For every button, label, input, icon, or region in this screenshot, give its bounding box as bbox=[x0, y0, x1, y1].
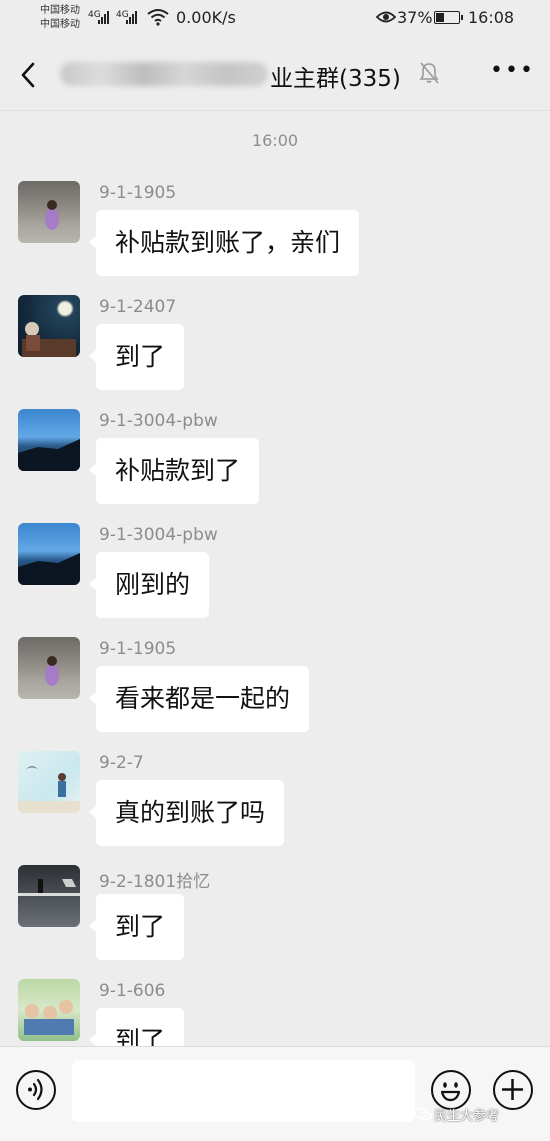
voice-button[interactable] bbox=[16, 1070, 56, 1110]
carrier-labels: 中国移动 中国移动 bbox=[40, 4, 80, 32]
avatar[interactable] bbox=[18, 181, 80, 243]
chat-time-label: 16:00 bbox=[251, 131, 299, 150]
chat-title[interactable]: 业主群(335) bbox=[270, 59, 401, 93]
status-time: 16:08 bbox=[468, 8, 515, 27]
sender-name: 9-1-2407 bbox=[99, 297, 177, 317]
message-bubble[interactable]: 到了 bbox=[88, 894, 185, 960]
voice-icon bbox=[28, 1078, 43, 1101]
carrier-2: 中国移动 bbox=[40, 19, 80, 30]
message-bubble[interactable]: 刚到的 bbox=[88, 552, 210, 618]
avatar[interactable] bbox=[18, 409, 80, 471]
sender-name: 9-1-1905 bbox=[99, 639, 177, 659]
more-button[interactable]: ••• bbox=[490, 58, 535, 83]
wifi-icon bbox=[147, 9, 169, 26]
emoji-button[interactable] bbox=[431, 1070, 471, 1110]
carrier-1: 中国移动 bbox=[40, 5, 80, 16]
status-bar: 中国移动 中国移动 4G 4G 0.00K/s 37% 16:08 bbox=[0, 0, 550, 38]
avatar[interactable] bbox=[18, 523, 80, 585]
back-button[interactable] bbox=[14, 60, 44, 90]
battery-percent: 37% bbox=[397, 8, 433, 27]
plus-button[interactable] bbox=[493, 1070, 533, 1110]
sender-name: 9-2-1801拾忆 bbox=[99, 872, 211, 892]
chat-header: 业主群(335) ••• bbox=[0, 38, 550, 111]
battery-fill bbox=[436, 13, 444, 22]
message-input[interactable] bbox=[72, 1060, 415, 1122]
avatar[interactable] bbox=[18, 751, 80, 813]
sender-name: 9-1-3004-pbw bbox=[99, 525, 218, 545]
watermark: 民生大参考 bbox=[434, 1109, 500, 1124]
message-bubble[interactable]: 真的到账了吗 bbox=[88, 780, 285, 846]
message-bubble[interactable]: 到了 bbox=[88, 324, 185, 390]
signal-2-icon bbox=[126, 10, 137, 24]
group-name-blurred bbox=[60, 62, 268, 86]
sender-name: 9-1-606 bbox=[99, 981, 166, 1001]
avatar[interactable] bbox=[18, 865, 80, 927]
sender-name: 9-1-3004-pbw bbox=[99, 411, 218, 431]
plus-icon bbox=[502, 1079, 523, 1100]
wechat-logo-icon bbox=[414, 1107, 432, 1121]
signal-1-icon bbox=[98, 10, 109, 24]
emoji-icon bbox=[440, 1082, 461, 1102]
message-bubble[interactable]: 看来都是一起的 bbox=[88, 666, 310, 732]
message-bubble[interactable]: 补贴款到了 bbox=[88, 438, 260, 504]
net-speed: 0.00K/s bbox=[176, 8, 236, 27]
avatar[interactable] bbox=[18, 637, 80, 699]
input-bar bbox=[0, 1046, 550, 1141]
bell-off-icon bbox=[419, 62, 439, 84]
avatar[interactable] bbox=[18, 295, 80, 357]
sender-name: 9-2-7 bbox=[99, 753, 144, 773]
message-bubble[interactable]: 补贴款到账了，亲们 bbox=[88, 210, 360, 276]
avatar[interactable] bbox=[18, 979, 80, 1041]
sender-name: 9-1-1905 bbox=[99, 183, 177, 203]
eye-comfort-icon bbox=[376, 11, 396, 23]
battery-icon bbox=[434, 11, 463, 24]
